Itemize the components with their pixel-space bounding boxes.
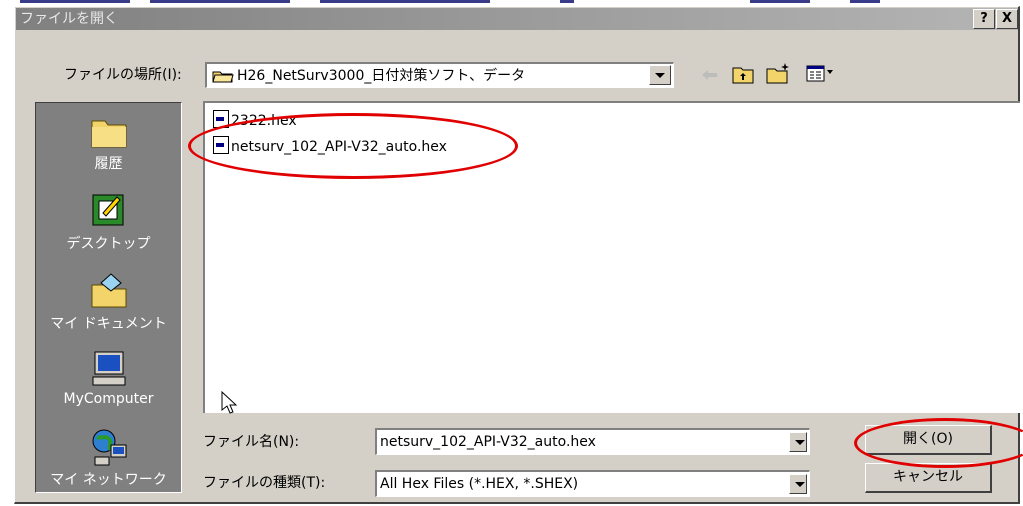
my-network-icon <box>89 427 129 467</box>
back-arrow-icon[interactable] <box>700 68 718 82</box>
location-label: ファイルの場所(I): <box>64 67 182 83</box>
up-folder-icon[interactable] <box>732 64 754 84</box>
close-button[interactable]: X <box>996 9 1018 29</box>
highlight-oval-open <box>854 418 1023 468</box>
place-my-documents[interactable]: マイ ドキュメント <box>36 271 181 333</box>
filename-label: ファイル名(N): <box>203 434 300 450</box>
filename-input[interactable]: netsurv_102_API-V32_auto.hex <box>375 428 810 455</box>
filetype-dropdown-button[interactable] <box>789 474 807 494</box>
my-documents-icon <box>89 271 129 311</box>
dialog-title: ファイルを開く <box>20 11 118 27</box>
filetype-value: All Hex Files (*.HEX, *.SHEX) <box>380 476 579 492</box>
place-my-network[interactable]: マイ ネットワーク <box>36 427 181 489</box>
place-history[interactable]: 履歴 <box>36 111 181 173</box>
folder-icon <box>212 69 234 83</box>
location-dropdown[interactable]: H26_NetSurv3000_日付対策ソフト、データ <box>205 62 674 88</box>
view-menu-icon[interactable] <box>806 64 834 84</box>
filetype-label: ファイルの種類(T): <box>203 475 326 491</box>
help-button[interactable]: ? <box>973 9 995 29</box>
history-folder-icon <box>89 111 129 151</box>
new-folder-icon[interactable] <box>766 62 792 84</box>
highlight-oval-file <box>188 113 518 179</box>
location-dropdown-button[interactable] <box>649 65 671 85</box>
place-my-computer[interactable]: MyComputer <box>36 349 181 407</box>
desktop-icon <box>89 191 129 231</box>
filename-value: netsurv_102_API-V32_auto.hex <box>380 434 596 450</box>
location-value: H26_NetSurv3000_日付対策ソフト、データ <box>237 68 526 84</box>
dialog-titlebar <box>16 8 1018 30</box>
places-bar: 履歴 デスクトップ マイ ドキュメント MyComputer マイ ネットワーク <box>35 102 182 493</box>
filetype-dropdown[interactable]: All Hex Files (*.HEX, *.SHEX) <box>375 470 810 497</box>
filename-dropdown-button[interactable] <box>789 432 807 452</box>
mouse-cursor-icon <box>221 390 241 415</box>
place-desktop[interactable]: デスクトップ <box>36 191 181 253</box>
my-computer-icon <box>89 349 129 389</box>
